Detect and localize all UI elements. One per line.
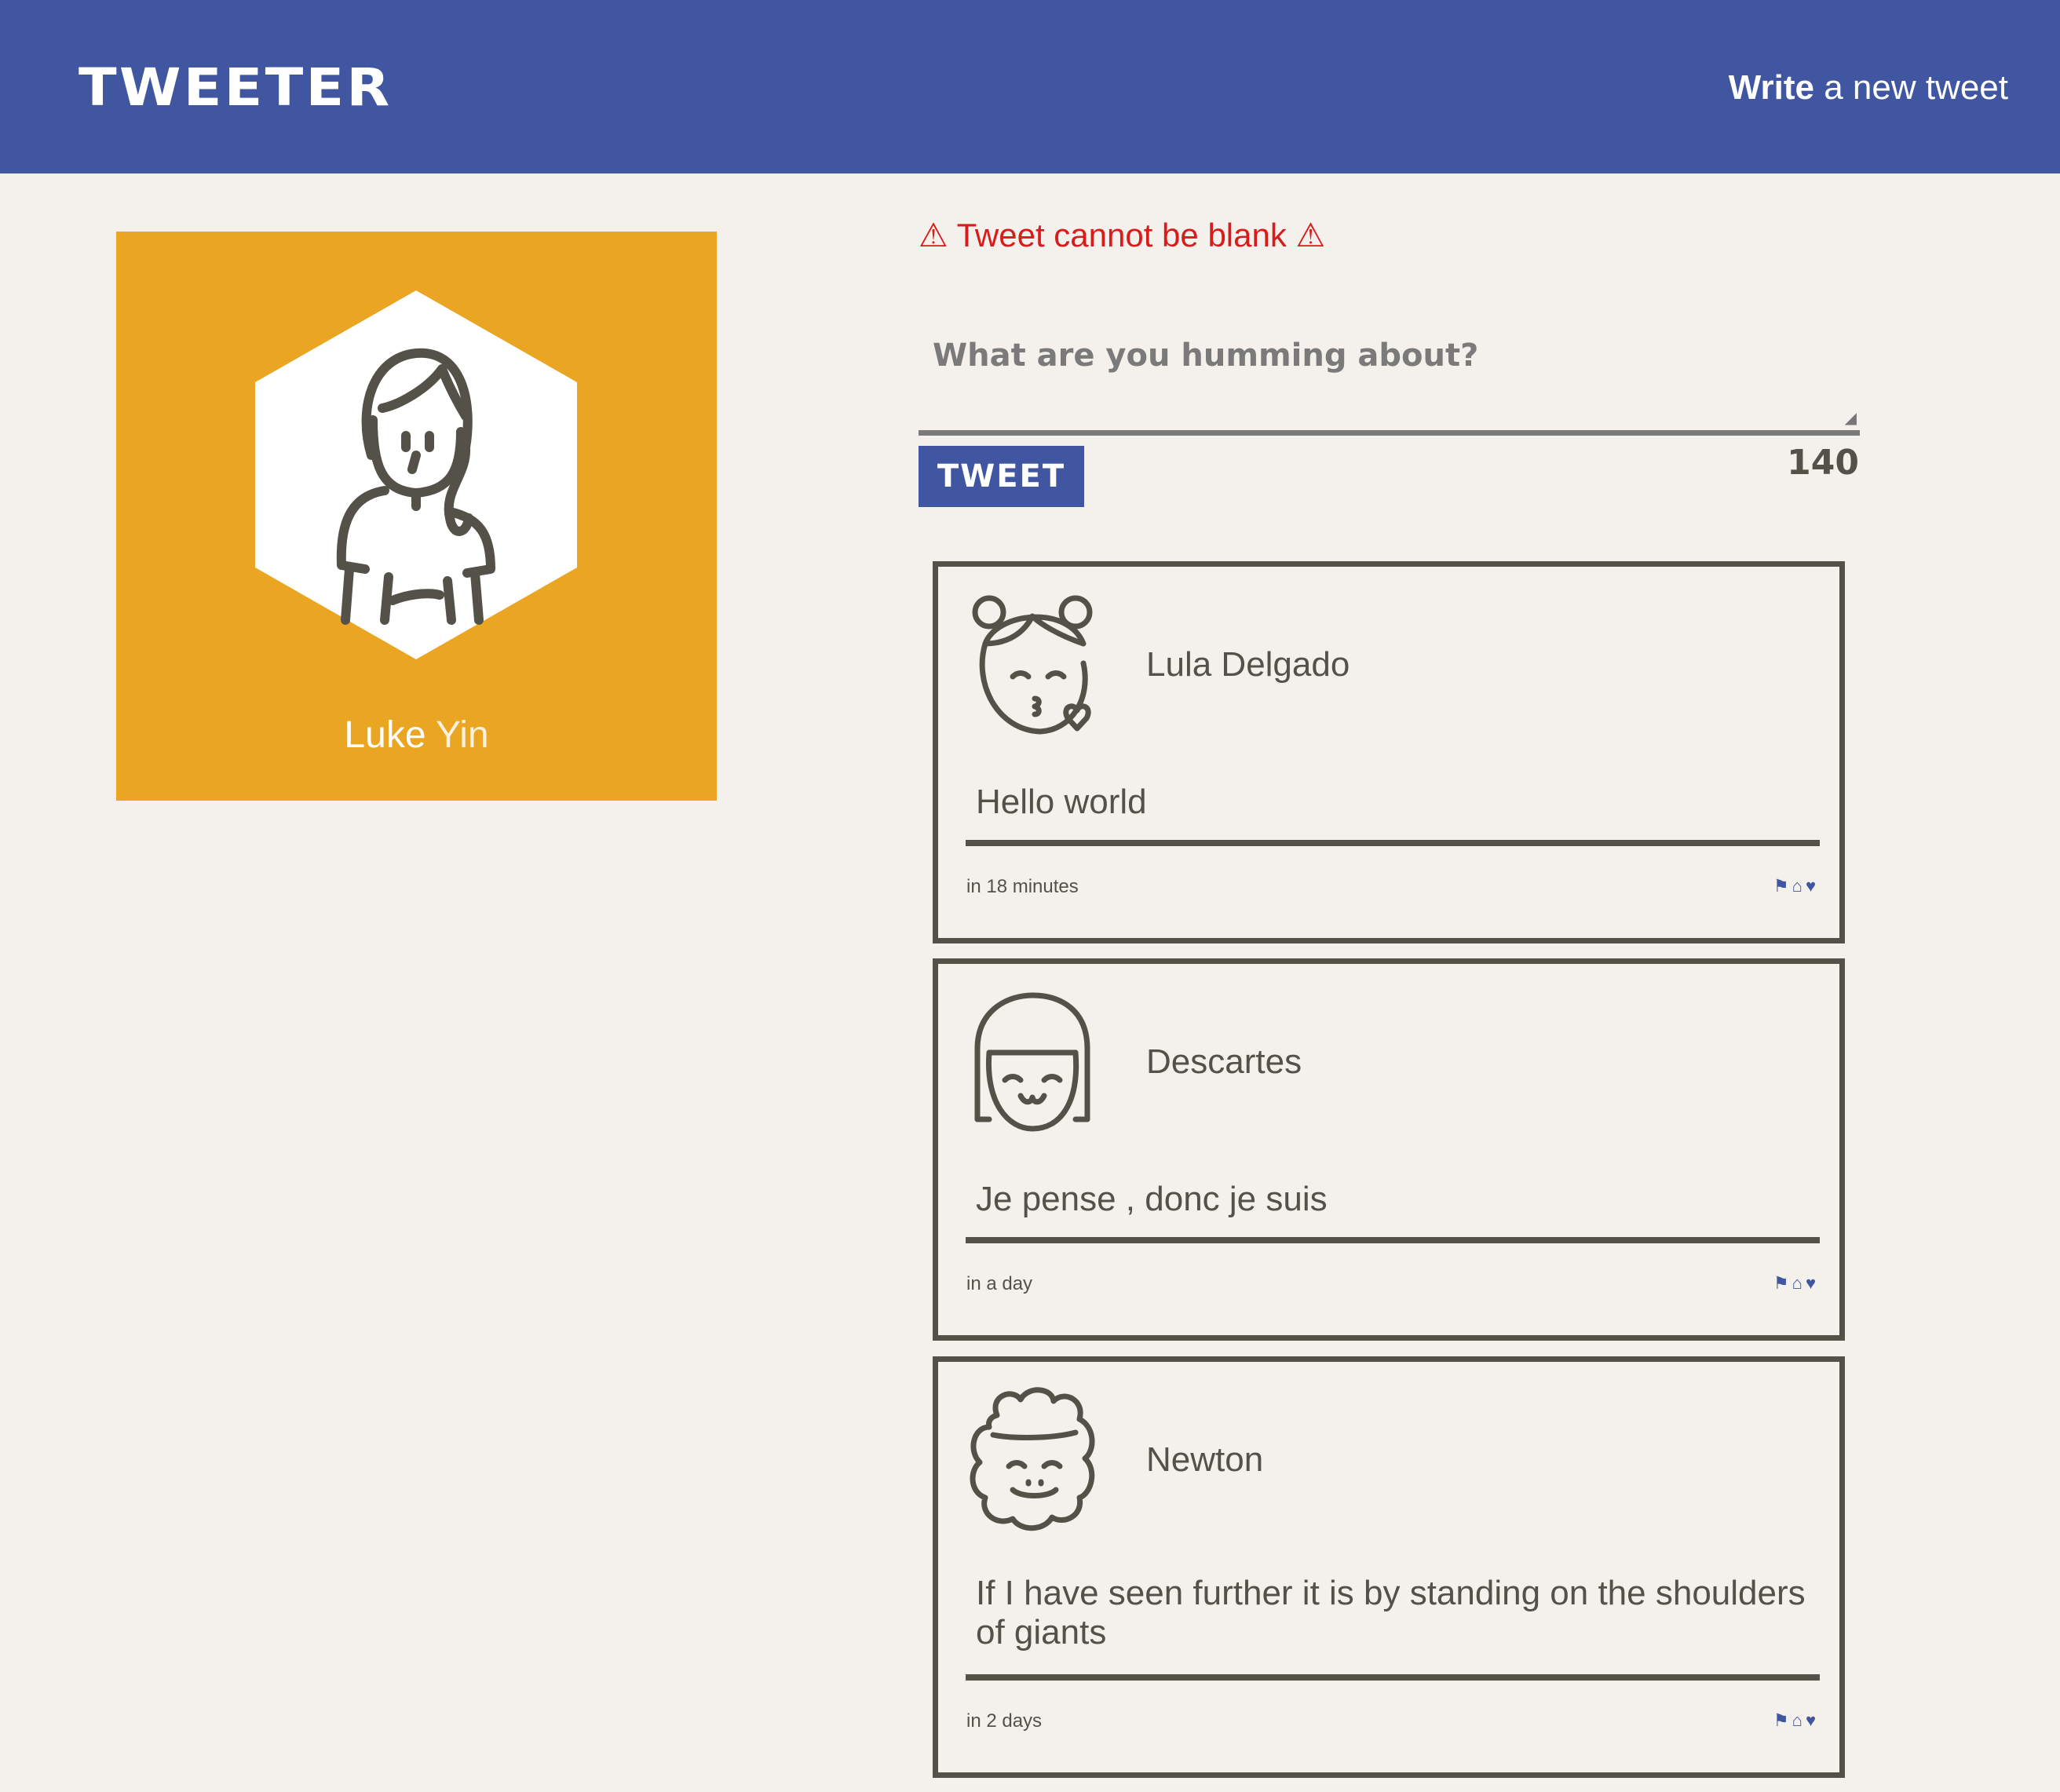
tweet-timestamp: in a day (966, 1273, 1033, 1294)
user-profile-card: Luke Yin (116, 232, 717, 801)
tweet-text: Je pense , donc je suis (976, 1180, 1328, 1218)
error-message: ⚠ Tweet cannot be blank ⚠ (919, 217, 1326, 254)
profile-first-name: Luke (344, 714, 426, 756)
profile-avatar-icon (255, 290, 577, 659)
tweet-actions: ⚑ ⌂ ♥ (1773, 875, 1816, 897)
write-new-tweet-link[interactable]: Write a new tweet (1729, 64, 2008, 111)
like-icon[interactable]: ♥ (1806, 1272, 1816, 1294)
user-avatar-icon (972, 595, 1093, 735)
tweet-timestamp: in 18 minutes (966, 876, 1079, 897)
retweet-icon[interactable]: ⌂ (1792, 1710, 1802, 1732)
profile-name: Luke Yin (116, 710, 717, 761)
retweet-icon[interactable]: ⌂ (1792, 1272, 1802, 1294)
tweet-card: Lula Delgado Hello world in 18 minutes ⚑… (933, 561, 1845, 943)
tweet-divider (966, 840, 1820, 846)
tweet-author[interactable]: Newton (1146, 1436, 1263, 1484)
tweet-card: Newton If I have seen further it is by s… (933, 1356, 1845, 1778)
tweet-actions: ⚑ ⌂ ♥ (1773, 1710, 1816, 1732)
char-counter: 140 (1787, 443, 1859, 483)
flag-icon[interactable]: ⚑ (1773, 1710, 1789, 1732)
write-link-bold: Write (1728, 68, 1814, 107)
flag-icon[interactable]: ⚑ (1773, 875, 1789, 897)
app-logo[interactable]: TWEETER (79, 57, 393, 119)
tweet-actions: ⚑ ⌂ ♥ (1773, 1272, 1816, 1294)
user-avatar-icon (970, 1387, 1095, 1531)
tweet-author[interactable]: Descartes (1146, 1038, 1302, 1086)
tweet-input[interactable] (919, 314, 1860, 436)
tweet-text: Hello world (976, 783, 1147, 821)
retweet-icon[interactable]: ⌂ (1792, 875, 1802, 897)
top-navbar: TWEETER Write a new tweet (0, 0, 2060, 173)
tweet-text: If I have seen further it is by standing… (976, 1574, 1806, 1651)
user-avatar-icon (974, 992, 1090, 1132)
tweet-author[interactable]: Lula Delgado (1146, 641, 1350, 688)
tweet-divider (966, 1674, 1820, 1681)
profile-last-name: Yin (435, 714, 489, 756)
write-link-rest: a new tweet (1813, 68, 2008, 107)
tweet-card: Descartes Je pense , donc je suis in a d… (933, 958, 1845, 1341)
tweet-composer: ◢ (919, 314, 1860, 436)
tweet-timestamp: in 2 days (966, 1710, 1043, 1732)
flag-icon[interactable]: ⚑ (1773, 1272, 1789, 1294)
like-icon[interactable]: ♥ (1806, 1710, 1816, 1732)
resize-handle-icon[interactable]: ◢ (1845, 411, 1857, 426)
tweet-divider (966, 1237, 1820, 1243)
tweet-button[interactable]: TWEET (919, 446, 1084, 507)
like-icon[interactable]: ♥ (1806, 875, 1816, 897)
